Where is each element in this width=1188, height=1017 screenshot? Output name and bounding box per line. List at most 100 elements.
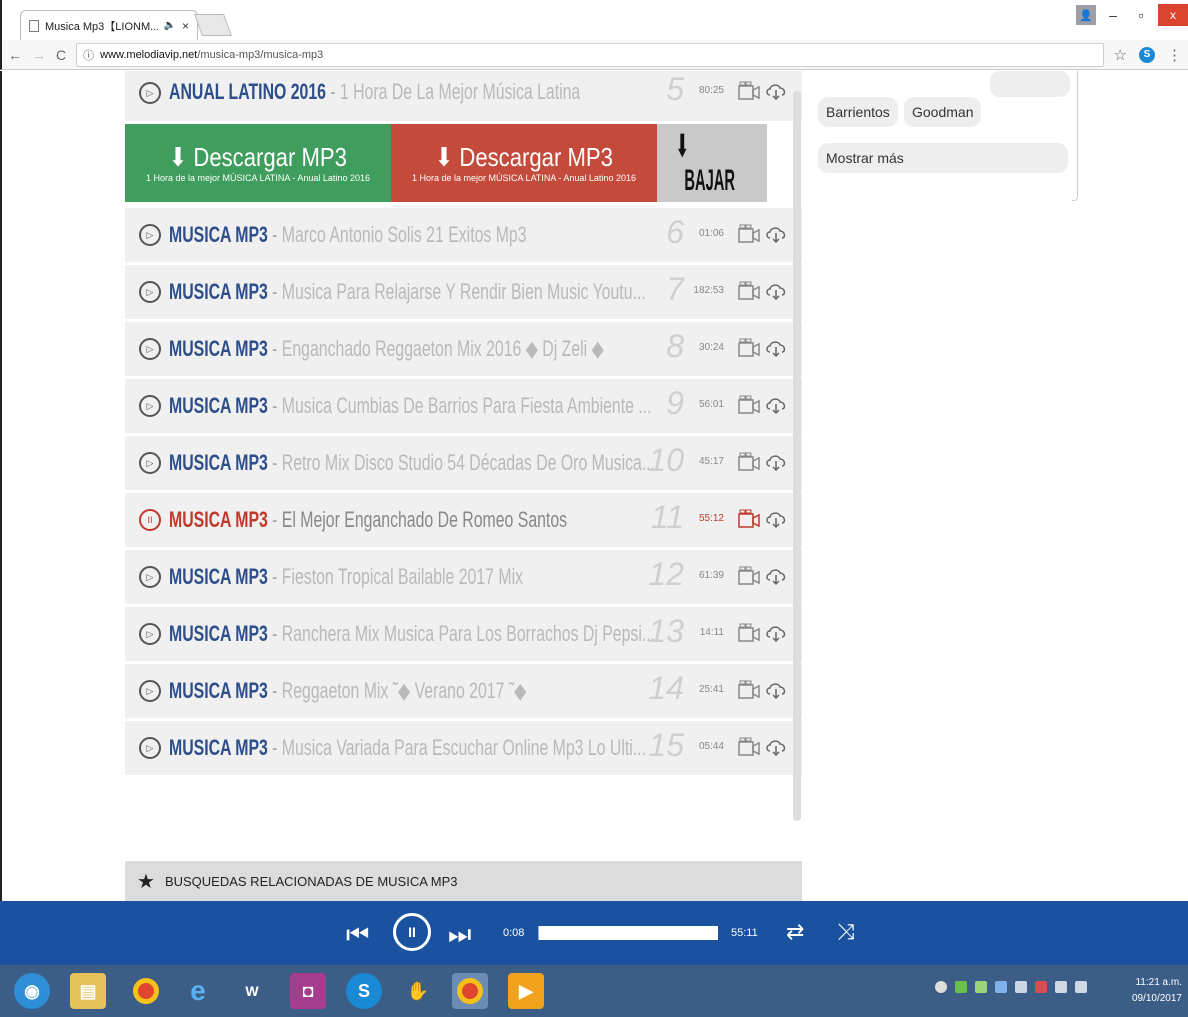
reload-icon[interactable]: C: [56, 47, 66, 63]
progress-bar[interactable]: [538, 926, 718, 940]
menu-icon[interactable]: ⋮: [1167, 46, 1182, 64]
tag-goodman[interactable]: Goodman: [904, 97, 982, 127]
track-row[interactable]: ▷ MUSICA MP3- Reggaeton Mix ˜◆ Verano 2017…: [125, 664, 802, 718]
track-row[interactable]: ▷ MUSICA MP3- Musica Cumbias De Barrios Pa…: [125, 379, 802, 433]
track-row[interactable]: ▷ MUSICA MP3- Marco Antonio Solis 21 Exito…: [125, 208, 802, 262]
track-text[interactable]: ANUAL LATINO 2016-1 Hora De La Mejor Mús…: [169, 71, 659, 119]
play-circle-icon[interactable]: ▷: [139, 566, 161, 588]
cloud-download-icon[interactable]: [764, 224, 788, 244]
track-text[interactable]: MUSICA MP3- Enganchado Reggaeton Mix 2016…: [169, 322, 659, 376]
track-text[interactable]: MUSICA MP3- El Mejor Enganchado De Romeo …: [169, 493, 659, 547]
track-row[interactable]: ▷ MUSICA MP3- Ranchera Mix Musica Para Los…: [125, 607, 802, 661]
cloud-download-icon[interactable]: [764, 395, 788, 415]
network-icon[interactable]: [1055, 981, 1067, 993]
cloud-download-icon[interactable]: [764, 680, 788, 700]
track-row[interactable]: ▷ MUSICA MP3- Fieston Tropical Bailable 20…: [125, 550, 802, 604]
video-camera-icon[interactable]: [738, 81, 760, 101]
video-camera-icon[interactable]: [738, 338, 760, 358]
video-camera-icon[interactable]: [738, 566, 760, 586]
play-circle-icon[interactable]: ▷: [139, 281, 161, 303]
play-circle-icon[interactable]: ▷: [139, 623, 161, 645]
tag-partial[interactable]: [990, 71, 1070, 97]
taskbar-clock[interactable]: 11:21 a.m. 09/10/2017: [1132, 975, 1182, 1007]
play-circle-icon[interactable]: ▷: [139, 452, 161, 474]
play-circle-icon[interactable]: ▷: [139, 224, 161, 246]
tray-icon-1[interactable]: [935, 981, 947, 993]
video-camera-icon[interactable]: [738, 623, 760, 643]
track-text[interactable]: MUSICA MP3- Retro Mix Disco Studio 54 Déc…: [169, 436, 659, 490]
word-icon[interactable]: W: [234, 973, 270, 1009]
repeat-icon[interactable]: ⇄: [786, 919, 804, 945]
track-row[interactable]: ▷ MUSICA MP3- Musica Variada Para Escuchar…: [125, 721, 802, 775]
cloud-download-icon[interactable]: [764, 566, 788, 586]
browser-tab[interactable]: Musica Mp3【LIONM... 🔈 ×: [20, 10, 198, 40]
info-icon[interactable]: ⓘ: [83, 47, 94, 63]
play-circle-icon[interactable]: ▷: [139, 395, 161, 417]
url-input[interactable]: ⓘ www.melodiavip.net/musica-mp3/musica-m…: [76, 42, 1104, 67]
chrome-icon[interactable]: [128, 973, 164, 1009]
internet-explorer-icon[interactable]: e: [180, 973, 216, 1009]
track-row[interactable]: II MUSICA MP3- El Mejor Enganchado De Rome…: [125, 493, 802, 547]
minimize-button[interactable]: –: [1102, 4, 1124, 26]
tray-icon-3[interactable]: [975, 981, 987, 993]
video-camera-icon[interactable]: [738, 509, 760, 529]
track-row[interactable]: ▷ MUSICA MP3- Enganchado Reggaeton Mix 201…: [125, 322, 802, 376]
new-tab-button[interactable]: [193, 14, 233, 36]
video-camera-icon[interactable]: [738, 452, 760, 472]
close-window-button[interactable]: x: [1158, 4, 1188, 26]
track-text[interactable]: MUSICA MP3- Musica Variada Para Escuchar …: [169, 721, 659, 775]
video-camera-icon[interactable]: [738, 680, 760, 700]
user-profile-icon[interactable]: 👤: [1076, 5, 1096, 25]
bookmark-star-icon[interactable]: ☆: [1114, 46, 1127, 64]
forward-icon[interactable]: →: [32, 47, 46, 63]
start-button-icon[interactable]: ◉: [14, 973, 50, 1009]
pause-button[interactable]: II: [393, 913, 431, 951]
track-text[interactable]: MUSICA MP3- Marco Antonio Solis 21 Exitos…: [169, 208, 659, 262]
play-circle-icon[interactable]: ▷: [139, 82, 161, 104]
tray-icon-4[interactable]: [995, 981, 1007, 993]
track-text[interactable]: MUSICA MP3- Ranchera Mix Musica Para Los …: [169, 607, 659, 661]
skype-icon[interactable]: S: [346, 973, 382, 1009]
file-explorer-icon[interactable]: ▤: [70, 973, 106, 1009]
video-camera-icon[interactable]: [738, 281, 760, 301]
camera-app-icon[interactable]: ◘: [290, 973, 326, 1009]
skype-extension-icon[interactable]: S: [1139, 46, 1155, 63]
previous-track-icon[interactable]: ⏮: [346, 919, 369, 951]
tray-icon-5[interactable]: [1015, 981, 1027, 993]
download-mp3-red-button[interactable]: ⬇ Descargar MP3 1 Hora de la mejor MÚSICA…: [391, 124, 657, 202]
show-more-button[interactable]: Mostrar más: [818, 143, 1068, 173]
volume-icon[interactable]: [1075, 981, 1087, 993]
sidebar-scrollbar[interactable]: [1072, 71, 1078, 201]
shuffle-icon[interactable]: ⤨: [837, 919, 855, 945]
track-row[interactable]: ▷ MUSICA MP3- Musica Para Relajarse Y Rend…: [125, 265, 802, 319]
tray-icon-6[interactable]: [1035, 981, 1047, 993]
tag-barrientos[interactable]: Barrientos: [818, 97, 898, 127]
cloud-download-icon[interactable]: [764, 338, 788, 358]
track-row[interactable]: ▷ ANUAL LATINO 2016-1 Hora De La Mejor Mú…: [125, 71, 802, 121]
tray-icon-2[interactable]: [955, 981, 967, 993]
track-text[interactable]: MUSICA MP3- Musica Cumbias De Barrios Par…: [169, 379, 659, 433]
cloud-download-icon[interactable]: [764, 623, 788, 643]
download-mp3-green-button[interactable]: ⬇ Descargar MP3 1 Hora de la mejor MÚSICA…: [125, 124, 391, 202]
chrome-active-icon[interactable]: [452, 973, 488, 1009]
media-app-icon[interactable]: ▶: [508, 973, 544, 1009]
track-text[interactable]: MUSICA MP3- Reggaeton Mix ˜◆ Verano 2017 …: [169, 664, 659, 718]
track-text[interactable]: MUSICA MP3- Fieston Tropical Bailable 201…: [169, 550, 659, 604]
cloud-download-icon[interactable]: [764, 281, 788, 301]
cloud-download-icon[interactable]: [764, 81, 788, 101]
hand-app-icon[interactable]: ✋: [400, 973, 436, 1009]
bajar-button[interactable]: ⬇BAJAR: [657, 124, 767, 202]
tab-close-icon[interactable]: ×: [182, 19, 189, 33]
cloud-download-icon[interactable]: [764, 509, 788, 529]
video-camera-icon[interactable]: [738, 224, 760, 244]
play-circle-icon[interactable]: ▷: [139, 338, 161, 360]
play-circle-icon[interactable]: ▷: [139, 737, 161, 759]
maximize-button[interactable]: ▫: [1130, 4, 1152, 26]
video-camera-icon[interactable]: [738, 737, 760, 757]
track-text[interactable]: MUSICA MP3- Musica Para Relajarse Y Rendi…: [169, 265, 659, 319]
cloud-download-icon[interactable]: [764, 737, 788, 757]
list-scrollbar[interactable]: [793, 91, 801, 821]
track-row[interactable]: ▷ MUSICA MP3- Retro Mix Disco Studio 54 Dé…: [125, 436, 802, 490]
video-camera-icon[interactable]: [738, 395, 760, 415]
next-track-icon[interactable]: ⏭: [448, 919, 471, 951]
